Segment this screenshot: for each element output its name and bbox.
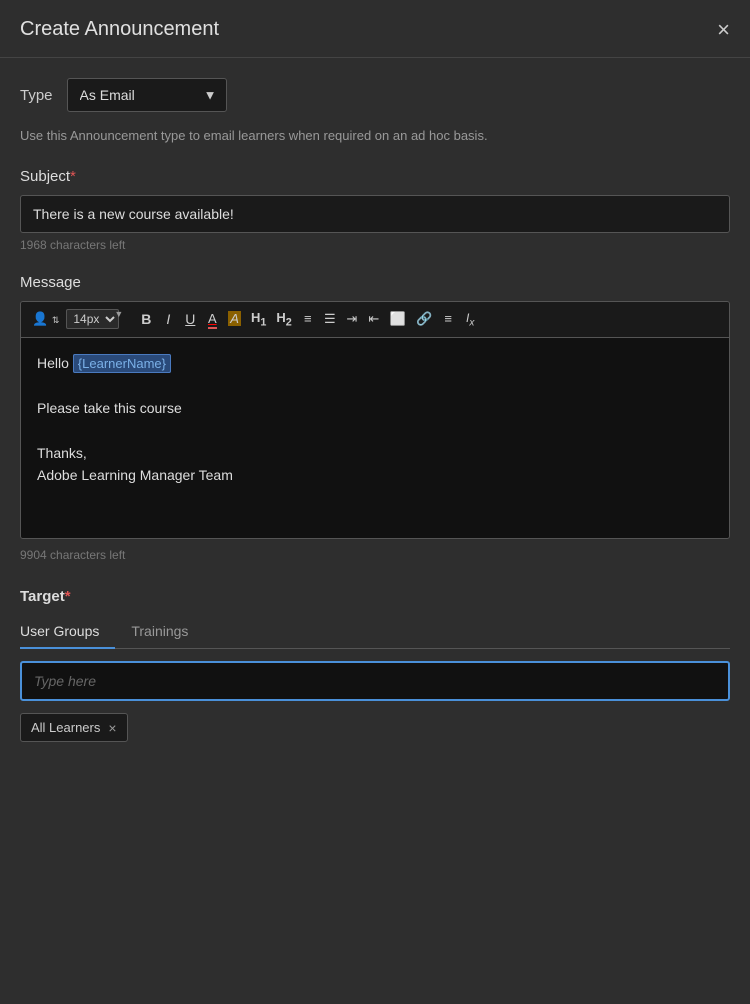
subject-required-star: * bbox=[70, 168, 76, 185]
create-announcement-modal: Create Announcement × Type As Email On S… bbox=[0, 0, 750, 1004]
person-sort-icon: ⇅ bbox=[52, 315, 60, 325]
type-select-wrapper: As Email On Screen Both ▼ bbox=[67, 78, 227, 112]
indent-increase-button[interactable]: ⇥ bbox=[343, 309, 361, 329]
subject-char-count: 1968 characters left bbox=[20, 238, 730, 252]
message-char-count: 9904 characters left bbox=[20, 544, 730, 566]
link-icon: 🔗 bbox=[416, 311, 432, 326]
target-section: Target* User Groups Trainings All Learne… bbox=[20, 588, 730, 742]
image-icon: ⬜ bbox=[390, 311, 406, 326]
type-label: Type bbox=[20, 87, 53, 104]
font-size-select[interactable]: 14px 12px 16px 18px bbox=[66, 309, 119, 329]
tab-user-groups[interactable]: User Groups bbox=[20, 617, 115, 649]
image-button[interactable]: ⬜ bbox=[387, 309, 409, 329]
h2-button[interactable]: H2 bbox=[273, 308, 294, 332]
h1-icon: H1 bbox=[251, 310, 266, 325]
ordered-list-button[interactable]: ≡ bbox=[299, 309, 317, 329]
h1-button[interactable]: H1 bbox=[248, 308, 269, 332]
editor-line-blank1 bbox=[37, 375, 713, 397]
italic-button[interactable]: I bbox=[159, 309, 177, 330]
indent-increase-icon: ⇥ bbox=[346, 311, 357, 326]
highlight-button[interactable]: A bbox=[225, 309, 244, 329]
type-field-row: Type As Email On Screen Both ▼ bbox=[20, 78, 730, 112]
clear-format-button[interactable]: Ix bbox=[461, 308, 479, 331]
tag-remove-button[interactable]: × bbox=[108, 721, 116, 735]
learner-name-tag: {LearnerName} bbox=[73, 354, 171, 373]
message-label: Message bbox=[20, 274, 730, 291]
editor-line-blank2 bbox=[37, 420, 713, 442]
unordered-list-icon: ☰ bbox=[324, 311, 336, 326]
editor-line-4: Adobe Learning Manager Team bbox=[37, 464, 713, 486]
rich-text-editor: 👤 ⇅ 14px 12px 16px 18px ▼ B I U A bbox=[20, 301, 730, 540]
tag-label: All Learners bbox=[31, 720, 100, 735]
target-search-input[interactable] bbox=[20, 661, 730, 701]
modal-header: Create Announcement × bbox=[0, 0, 750, 58]
indent-decrease-icon: ⇤ bbox=[368, 311, 379, 326]
tab-trainings[interactable]: Trainings bbox=[131, 617, 204, 649]
align-button[interactable]: ≡ bbox=[439, 309, 457, 329]
subject-label: Subject* bbox=[20, 168, 730, 185]
type-select[interactable]: As Email On Screen Both bbox=[67, 78, 227, 112]
clear-format-icon: Ix bbox=[466, 311, 474, 325]
unordered-list-button[interactable]: ☰ bbox=[321, 309, 339, 329]
close-button[interactable]: × bbox=[717, 19, 730, 41]
editor-line-3: Thanks, bbox=[37, 442, 713, 464]
person-icon: 👤 bbox=[32, 311, 48, 326]
highlight-icon: A bbox=[228, 311, 241, 326]
subject-section: Subject* 1968 characters left bbox=[20, 168, 730, 252]
editor-content-area[interactable]: Hello {LearnerName} Please take this cou… bbox=[21, 338, 729, 538]
target-required-star: * bbox=[65, 588, 71, 605]
editor-line-1: Hello {LearnerName} bbox=[37, 352, 713, 375]
message-section: Message 👤 ⇅ 14px 12px 16px 18px ▼ bbox=[20, 274, 730, 567]
person-icon-button[interactable]: 👤 ⇅ bbox=[29, 309, 62, 329]
editor-line-2: Please take this course bbox=[37, 397, 713, 419]
link-button[interactable]: 🔗 bbox=[413, 309, 435, 329]
target-tabs: User Groups Trainings bbox=[20, 617, 730, 649]
indent-decrease-button[interactable]: ⇤ bbox=[365, 309, 383, 329]
font-color-button[interactable]: A bbox=[203, 309, 221, 329]
type-description: Use this Announcement type to email lear… bbox=[20, 126, 730, 146]
tags-container: All Learners × bbox=[20, 713, 730, 742]
font-color-icon: A bbox=[208, 311, 217, 329]
all-learners-tag: All Learners × bbox=[20, 713, 128, 742]
ordered-list-icon: ≡ bbox=[304, 311, 312, 326]
h2-icon: H2 bbox=[276, 310, 291, 325]
editor-toolbar: 👤 ⇅ 14px 12px 16px 18px ▼ B I U A bbox=[21, 302, 729, 339]
subject-input[interactable] bbox=[20, 195, 730, 233]
align-icon: ≡ bbox=[444, 311, 452, 326]
target-label: Target* bbox=[20, 588, 730, 605]
underline-button[interactable]: U bbox=[181, 309, 199, 330]
bold-button[interactable]: B bbox=[137, 309, 155, 330]
modal-title: Create Announcement bbox=[20, 18, 219, 41]
modal-body: Type As Email On Screen Both ▼ Use this … bbox=[0, 58, 750, 762]
